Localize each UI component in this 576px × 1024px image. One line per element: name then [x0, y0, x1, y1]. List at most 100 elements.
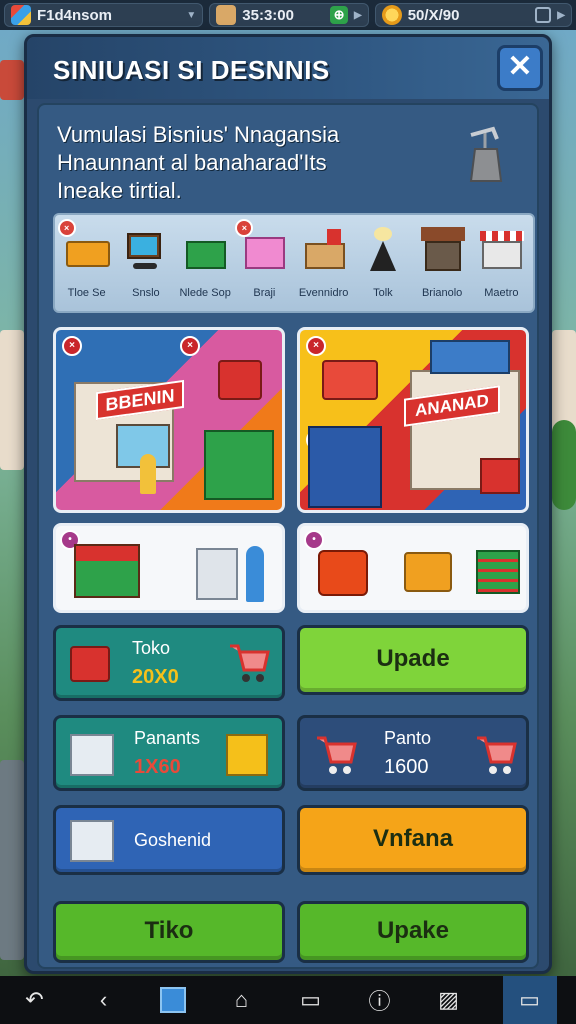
bag-icon: [358, 223, 408, 279]
blue-sign-board: [308, 426, 382, 508]
yellow-box-icon: [226, 734, 268, 776]
fridge-icon: [196, 548, 238, 600]
green-box-icon: [180, 223, 230, 279]
background-house-left: [0, 330, 24, 470]
shopping-cart-icon: [230, 644, 270, 682]
category-item[interactable]: Snslo: [117, 219, 175, 307]
category-item[interactable]: × Braji: [235, 219, 293, 307]
category-label: Snslo: [132, 287, 160, 299]
pink-box-icon: [239, 223, 289, 279]
scene-badge: ×: [306, 336, 326, 356]
character-icon: [216, 5, 237, 25]
tool-box-icon: [404, 552, 452, 592]
description-line: Hnaunnant al banaharad'Its: [57, 150, 327, 175]
timer-value: 35:3:00: [242, 6, 294, 24]
panans-title: Panants: [134, 728, 201, 748]
mini-store: [204, 430, 274, 500]
cube-icon: [11, 5, 31, 25]
money-stack-icon: [476, 550, 520, 594]
info-icon[interactable]: ⓘ: [365, 985, 395, 1015]
chevron-down-icon: ▼: [186, 9, 197, 21]
chat-icon[interactable]: ▭: [296, 985, 326, 1015]
chevron-right-icon: ▶: [354, 9, 362, 21]
player-pill[interactable]: F1d4nsom ▼: [4, 3, 204, 27]
product-badge: •: [304, 530, 324, 550]
panans-card[interactable]: Panants 1X60: [53, 715, 285, 791]
category-item[interactable]: Maetro: [472, 219, 530, 307]
category-item[interactable]: Tolk: [354, 219, 412, 307]
product-tile-left[interactable]: •: [53, 523, 285, 613]
cart-icon: [121, 223, 171, 279]
category-label: Tolk: [373, 287, 393, 299]
market-stall-icon: [74, 544, 140, 598]
house-icon: [417, 223, 467, 279]
panel-description: Vumulasi Bisnius' Nnagansia Hnaunnant al…: [57, 121, 437, 205]
panel-body: Vumulasi Bisnius' Nnagansia Hnaunnant al…: [37, 103, 539, 969]
worker-character: [246, 546, 264, 602]
business-sim-panel: SINIUASI SI DESNNIS ✕ Vumulasi Bisnius' …: [24, 34, 552, 974]
shopkeeper-character: [140, 454, 156, 494]
upade-button[interactable]: Upade: [297, 625, 529, 695]
tiko-button[interactable]: Tiko: [53, 901, 285, 963]
gold-coin-icon: [381, 5, 402, 25]
shopping-cart-icon: [477, 736, 517, 774]
toko-card[interactable]: Toko 20X0: [53, 625, 285, 701]
category-item[interactable]: × Tloe Se: [57, 219, 116, 307]
panel-title: SINIUASI SI DESNNIS: [53, 55, 330, 85]
description-line: Ineake tirtial.: [57, 178, 182, 203]
screen-icon[interactable]: ▭: [502, 976, 557, 1024]
store-icon: [476, 223, 526, 279]
hanger-icon: [469, 126, 503, 182]
top-status-bar: F1d4nsom ▼ 35:3:00 ⊕ ▶ 50/X/90 ▶: [0, 0, 576, 30]
category-item[interactable]: Nlede Sop: [176, 219, 234, 307]
panel-header: SINIUASI SI DESNNIS ✕: [27, 37, 549, 99]
menu-icon[interactable]: [535, 7, 552, 23]
product-tile-right[interactable]: •: [297, 523, 529, 613]
scene-tile-right[interactable]: × × ANANAD: [297, 327, 529, 513]
shopping-cart-icon: [317, 736, 357, 774]
red-cart-icon: [322, 360, 378, 400]
chevron-right-icon: ▶: [557, 9, 565, 21]
close-button[interactable]: ✕: [497, 45, 543, 91]
panto-card[interactable]: Panto 1600: [297, 715, 529, 791]
timer-pill[interactable]: 35:3:00 ⊕ ▶: [209, 3, 369, 27]
category-label: Evennidro: [298, 287, 349, 299]
add-time-icon[interactable]: ⊕: [330, 6, 349, 24]
vnfana-button[interactable]: Vnfana: [297, 805, 529, 875]
product-box-icon: [70, 734, 114, 776]
background-road: [0, 760, 24, 960]
scene-badge: ×: [62, 336, 82, 356]
scene-badge-secondary: ×: [180, 336, 200, 356]
panto-value: 1600: [384, 756, 429, 778]
cardboard-box-icon: [299, 223, 349, 279]
app-switcher-icon[interactable]: [158, 985, 188, 1015]
scene-tile-left[interactable]: × × BBENIN: [53, 327, 285, 513]
goshenid-title: Goshenid: [134, 830, 212, 850]
red-bag-icon: [218, 360, 262, 400]
image-icon[interactable]: ▨: [434, 985, 464, 1015]
back-icon[interactable]: ‹: [89, 985, 119, 1015]
background-tree-right: [552, 420, 576, 510]
category-item[interactable]: Evennidro: [295, 219, 353, 307]
tiko-label: Tiko: [144, 917, 194, 944]
category-strip: × Tloe Se Snslo Nlede Sop × Braji Evenni…: [53, 213, 535, 313]
upake-label: Upake: [376, 917, 450, 944]
category-label: Brianolo: [421, 287, 463, 299]
goshenid-card[interactable]: Goshenid: [53, 805, 285, 875]
upake-button[interactable]: Upake: [297, 901, 529, 963]
description-line: Vumulasi Bisnius' Nnagansia: [57, 122, 340, 147]
category-label: Nlede Sop: [179, 287, 231, 299]
player-name: F1d4nsom: [37, 6, 113, 24]
upade-label: Upade: [376, 645, 450, 672]
gold-pill[interactable]: 50/X/90 ▶: [374, 3, 572, 27]
blue-roof: [430, 340, 510, 374]
crate-icon: [62, 223, 112, 279]
red-box-icon: [70, 646, 110, 682]
basket-icon: [318, 550, 368, 596]
category-item[interactable]: Brianolo: [413, 219, 471, 307]
undo-icon[interactable]: ↶: [20, 985, 50, 1015]
vnfana-label: Vnfana: [372, 825, 453, 852]
category-label: Tloe Se: [67, 287, 106, 299]
home-icon[interactable]: ⌂: [227, 985, 257, 1015]
category-label: Braji: [253, 287, 276, 299]
